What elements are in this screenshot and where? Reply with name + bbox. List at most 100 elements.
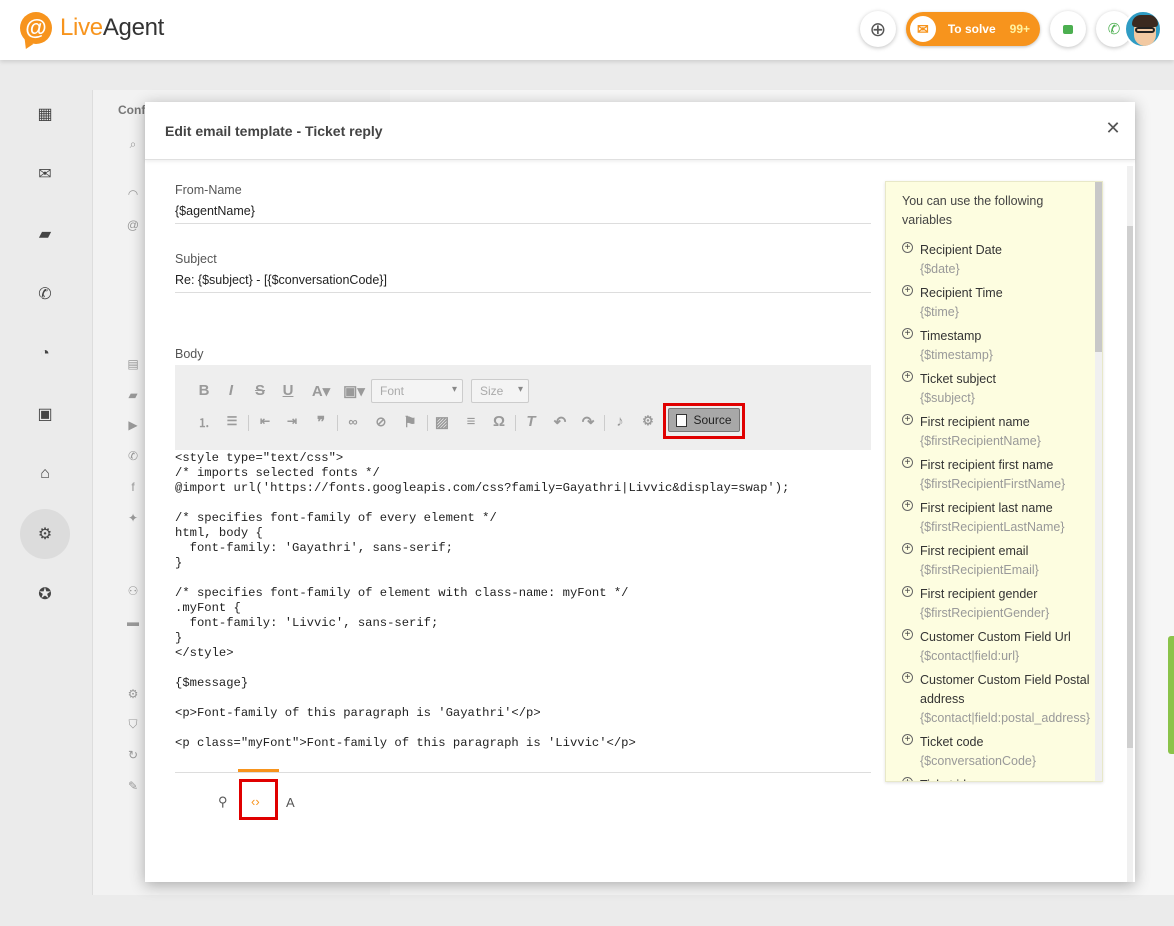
chat-button[interactable] (1050, 11, 1086, 47)
body-label: Body (175, 347, 204, 361)
variable-item[interactable]: + First recipient gender {$firstRecipientG… (902, 585, 1098, 623)
variable-name: Customer Custom Field Url (920, 630, 1071, 644)
variables-intro: You can use the following variables (902, 194, 1044, 227)
code-line: /* imports selected fonts */ (175, 466, 380, 480)
to-solve-button[interactable]: ✉ To solve 99+ (905, 12, 1040, 46)
chats-icon[interactable]: ▰ (36, 225, 54, 243)
variable-item[interactable]: + First recipient email {$firstRecipientEm… (902, 542, 1098, 580)
bg-color-button[interactable]: ▣▾ (342, 382, 366, 400)
format-text-button[interactable]: A (286, 795, 295, 810)
bold-button[interactable]: B (195, 382, 213, 399)
text-color-button[interactable]: A▾ (309, 382, 333, 400)
doc-icon: ▤ (127, 357, 139, 371)
add-variable-icon[interactable]: + (902, 777, 913, 781)
to-solve-label: To solve (947, 22, 996, 36)
variable-item[interactable]: + Ticket id (902, 776, 1098, 781)
tickets-icon[interactable]: ✉ (36, 165, 54, 183)
variable-item[interactable]: + First recipient last name {$firstRecipie… (902, 499, 1098, 537)
from-name-field[interactable]: {$agentName} (175, 204, 871, 224)
plugins-icon[interactable]: ✪ (36, 585, 54, 603)
italic-button[interactable]: I (222, 382, 240, 399)
variables-scrollbar[interactable] (1095, 182, 1102, 781)
variable-name: First recipient email (920, 544, 1029, 558)
variable-code: {$firstRecipientName} (920, 434, 1041, 448)
variable-name: First recipient first name (920, 458, 1054, 472)
add-variable-icon[interactable]: + (902, 414, 913, 425)
left-sidebar: ▦ ✉ ▰ ✆ ◔ ▣ ⌂ ⚙ ✪ (0, 60, 90, 926)
feedback-tab[interactable] (1168, 636, 1174, 754)
add-variable-icon[interactable]: + (902, 543, 913, 554)
numbered-list-icon[interactable]: ⒈ (195, 414, 213, 431)
modal-scrollbar[interactable] (1127, 166, 1133, 882)
variable-item[interactable]: + Ticket subject {$subject} (902, 370, 1098, 408)
add-variable-icon[interactable]: + (902, 629, 913, 640)
variable-item[interactable]: + Recipient Date {$date} (902, 241, 1098, 279)
variable-item[interactable]: + Customer Custom Field Postal address {$c… (902, 671, 1098, 728)
folder-icon: ▬ (127, 615, 139, 629)
add-variable-icon[interactable]: + (902, 285, 913, 296)
variables-scroll-thumb[interactable] (1095, 182, 1102, 352)
microphone-icon[interactable]: ♪ (611, 413, 629, 430)
variable-item[interactable]: + Ticket code {$conversationCode} (902, 733, 1098, 771)
liveagent-logo[interactable]: @ LiveAgent (20, 12, 164, 44)
undo-icon[interactable]: ↶ (551, 413, 569, 431)
font-select[interactable]: Font (371, 379, 463, 403)
anchor-icon[interactable]: ⚑ (401, 413, 419, 431)
add-variable-icon[interactable]: + (902, 328, 913, 339)
subject-field[interactable]: Re: {$subject} - [{$conversationCode}] (175, 273, 871, 293)
attachment-icon[interactable]: ⚲ (218, 794, 228, 810)
search-icon[interactable]: ⌕ (126, 137, 140, 151)
add-button[interactable]: ⊕ (859, 11, 896, 47)
add-variable-icon[interactable]: + (902, 371, 913, 382)
add-variable-icon[interactable]: + (902, 242, 913, 253)
knowledgebase-icon[interactable]: ⌂ (36, 465, 54, 483)
add-variable-icon[interactable]: + (902, 586, 913, 597)
calls-icon[interactable]: ✆ (36, 285, 54, 303)
close-icon[interactable]: ✕ (1105, 119, 1121, 137)
avatar-glasses (1135, 27, 1155, 33)
blockquote-icon[interactable]: ❞ (312, 413, 330, 431)
add-variable-icon[interactable]: + (902, 500, 913, 511)
plugin-icon[interactable]: ⚙ (639, 413, 657, 429)
size-select[interactable]: Size (471, 379, 529, 403)
variable-code: {$firstRecipientGender} (920, 606, 1050, 620)
variable-item[interactable]: + First recipient name {$firstRecipientNam… (902, 413, 1098, 451)
variable-item[interactable]: + Customer Custom Field Url {$contact|fiel… (902, 628, 1098, 666)
horizontal-line-icon[interactable]: ≡ (462, 413, 480, 430)
add-variable-icon[interactable]: + (902, 457, 913, 468)
variable-item[interactable]: + Timestamp {$timestamp} (902, 327, 1098, 365)
underline-button[interactable]: U (279, 382, 297, 399)
reports-icon[interactable]: ◔ (36, 345, 54, 363)
contacts-icon[interactable]: ▣ (36, 405, 54, 423)
indent-icon[interactable]: ⇥ (283, 414, 301, 428)
variable-item[interactable]: + First recipient first name {$firstRecipi… (902, 456, 1098, 494)
avatar[interactable] (1124, 10, 1162, 48)
top-actions: ⊕ ✉ To solve 99+ ✆ (850, 10, 1162, 48)
modal-scroll-thumb[interactable] (1127, 226, 1133, 748)
remove-format-icon[interactable]: T (522, 413, 540, 430)
variable-name: Customer Custom Field Postal address (920, 673, 1090, 706)
add-variable-icon[interactable]: + (902, 672, 913, 683)
strikethrough-button[interactable]: S (251, 382, 269, 399)
code-line: /* specifies font-family of every elemen… (175, 511, 497, 525)
chat-bg-icon: ▰ (128, 388, 138, 402)
code-line: } (175, 556, 183, 570)
modal-title: Edit email template - Ticket reply (165, 123, 383, 139)
special-char-icon[interactable]: Ω (490, 413, 508, 430)
variable-code: {$firstRecipientEmail} (920, 563, 1039, 577)
variable-code: {$time} (920, 305, 959, 319)
dashboard-icon[interactable]: ▦ (36, 105, 54, 123)
envelope-icon: ✉ (909, 16, 936, 42)
link-icon[interactable]: ∞ (344, 414, 362, 429)
add-variable-icon[interactable]: + (902, 734, 913, 745)
image-icon[interactable]: ▨ (433, 413, 451, 431)
variable-item[interactable]: + Recipient Time {$time} (902, 284, 1098, 322)
settings-icon[interactable]: ⚙ (36, 525, 54, 543)
outdent-icon[interactable]: ⇤ (256, 414, 274, 428)
unlink-icon[interactable]: ⊘ (372, 414, 390, 430)
redo-icon[interactable]: ↷ (579, 413, 597, 431)
bullet-list-icon[interactable]: ☰ (223, 414, 241, 428)
source-code-editor[interactable]: <style type="text/css">/* imports select… (175, 451, 871, 771)
